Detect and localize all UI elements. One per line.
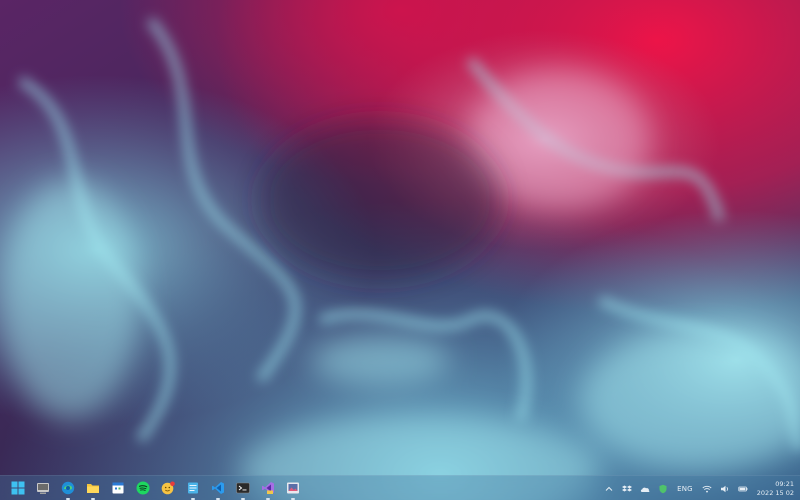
emoji-notification-app-icon xyxy=(161,481,175,495)
taskbar-app-file-explorer[interactable] xyxy=(80,476,105,500)
taskbar-app-spotify[interactable] xyxy=(130,476,155,500)
tray-volume[interactable] xyxy=(717,476,733,500)
battery-icon xyxy=(738,486,748,491)
taskbar-app-calendar[interactable] xyxy=(105,476,130,500)
photos-app-icon xyxy=(286,482,299,494)
taskbar-app-edge[interactable] xyxy=(55,476,80,500)
taskbar-clock[interactable]: 09:21 2022 15 02 xyxy=(757,476,794,500)
start-button[interactable] xyxy=(5,476,30,500)
security-shield-icon xyxy=(659,484,667,493)
onedrive-cloud-icon xyxy=(640,487,650,492)
tray-battery[interactable] xyxy=(735,476,751,500)
taskbar-app-photos[interactable] xyxy=(280,476,305,500)
taskbar-pinned-apps xyxy=(5,476,305,500)
spotify-icon xyxy=(136,481,149,495)
vscode-icon xyxy=(211,482,224,494)
running-indicator xyxy=(265,497,270,500)
system-tray: ENG 09:21 2022 15 02 xyxy=(599,476,796,500)
wifi-icon xyxy=(702,485,712,492)
chevron-up-icon xyxy=(605,486,613,491)
taskbar-app-emoji-notifier[interactable] xyxy=(155,476,180,500)
running-indicator xyxy=(290,497,295,500)
running-indicator xyxy=(65,497,70,500)
running-indicator xyxy=(215,497,220,500)
input-language-indicator[interactable]: ENG xyxy=(677,485,693,493)
tray-onedrive[interactable] xyxy=(637,476,653,500)
dropbox-icon xyxy=(622,485,633,491)
volume-icon xyxy=(720,485,728,492)
wallpaper xyxy=(0,0,800,500)
windows-start-icon xyxy=(11,481,24,495)
show-desktop-button[interactable] xyxy=(30,476,55,500)
tray-security[interactable] xyxy=(655,476,671,500)
edge-browser-icon xyxy=(61,481,74,495)
file-explorer-folder-icon xyxy=(86,484,99,493)
terminal-icon xyxy=(235,482,250,494)
running-indicator xyxy=(190,497,195,500)
desktop[interactable]: ENG 09:21 2022 15 02 xyxy=(0,0,800,500)
taskbar: ENG 09:21 2022 15 02 xyxy=(0,475,800,500)
running-indicator xyxy=(240,497,245,500)
taskbar-app-visual-studio[interactable] xyxy=(255,476,280,500)
taskbar-app-terminal[interactable] xyxy=(230,476,255,500)
show-desktop-icon xyxy=(36,483,49,494)
clock-date: 2022 15 02 xyxy=(756,488,794,497)
taskbar-app-notepad[interactable] xyxy=(180,476,205,500)
clock-time: 09:21 xyxy=(775,479,794,488)
tray-overflow-button[interactable] xyxy=(601,476,617,500)
calendar-app-icon xyxy=(112,482,123,494)
notepad-icon xyxy=(187,482,198,494)
tray-network[interactable] xyxy=(699,476,715,500)
taskbar-app-vscode[interactable] xyxy=(205,476,230,500)
running-indicator xyxy=(90,497,95,500)
tray-dropbox[interactable] xyxy=(619,476,635,500)
visual-studio-icon xyxy=(261,482,274,494)
